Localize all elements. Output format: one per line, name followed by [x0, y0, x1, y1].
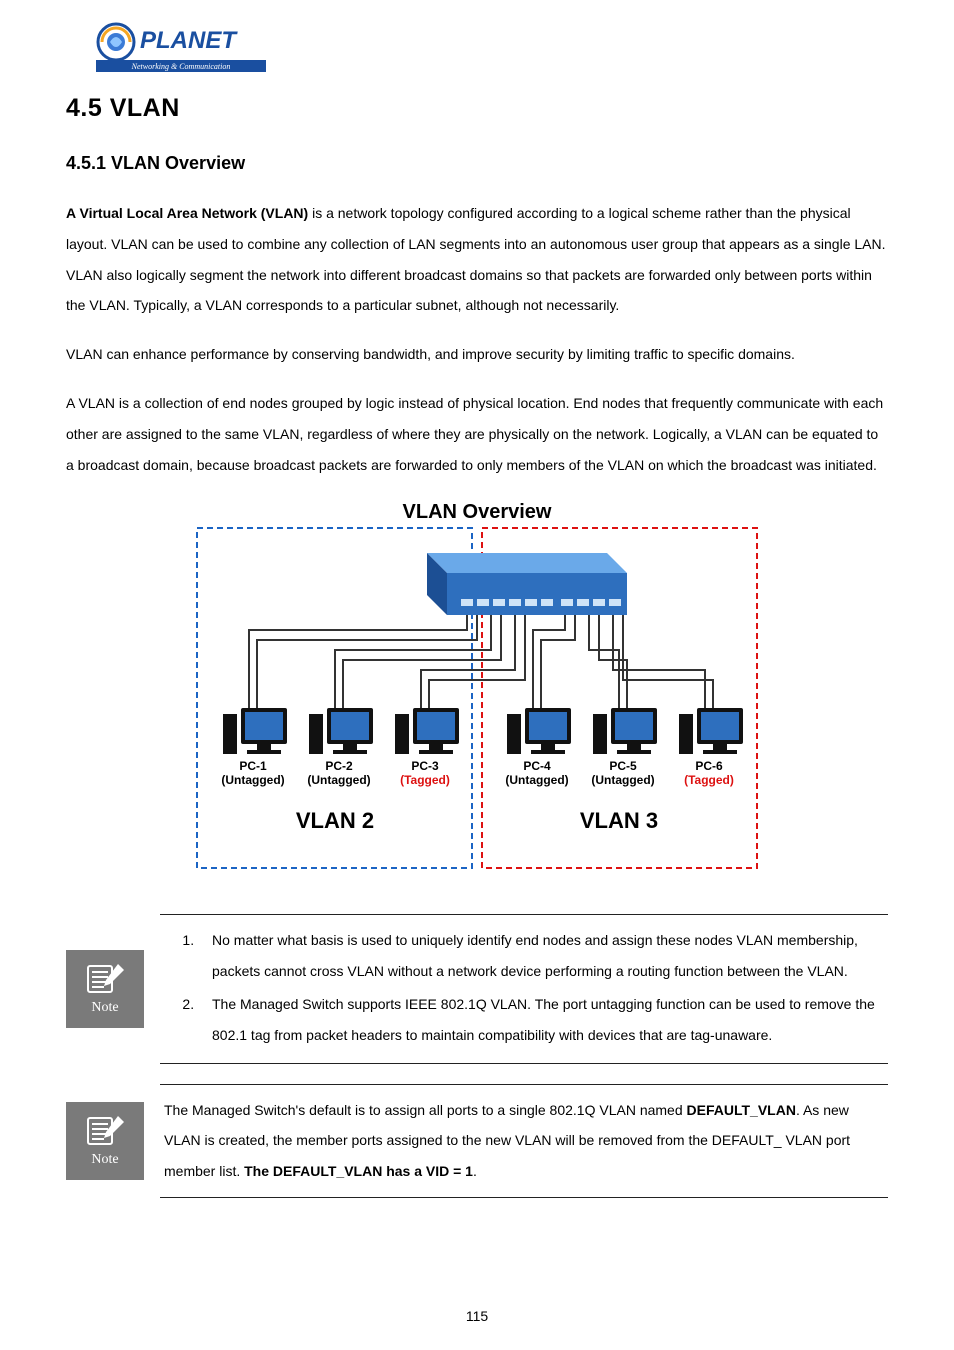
- brand-logo: PLANET Networking & Communication: [96, 18, 888, 74]
- pc-icon: PC-5 (Untagged): [591, 708, 657, 787]
- svg-text:(Untagged): (Untagged): [221, 773, 284, 787]
- paragraph-1-rest: is a network topology configured accordi…: [66, 205, 886, 313]
- diagram-title: VLAN Overview: [403, 501, 552, 523]
- svg-text:PC-1: PC-1: [239, 759, 267, 773]
- vlan3-label: VLAN 3: [580, 808, 658, 833]
- svg-text:PC-5: PC-5: [609, 759, 637, 773]
- vlan2-label: VLAN 2: [296, 808, 374, 833]
- note-2-content: The Managed Switch's default is to assig…: [160, 1084, 888, 1198]
- svg-text:PC-2: PC-2: [325, 759, 353, 773]
- note-icon: [84, 962, 126, 996]
- subsection-title: 4.5.1 VLAN Overview: [66, 153, 888, 174]
- page-number: 115: [0, 1308, 954, 1324]
- svg-text:PC-3: PC-3: [411, 759, 439, 773]
- paragraph-2: VLAN can enhance performance by conservi…: [66, 339, 888, 370]
- pc-icon: PC-2 (Untagged): [307, 708, 373, 787]
- note-badge: Note: [66, 950, 144, 1028]
- pc-icon: PC-4 (Untagged): [505, 708, 571, 787]
- svg-text:PC-6: PC-6: [695, 759, 723, 773]
- note-2-pre: The Managed Switch's default is to assig…: [164, 1102, 687, 1118]
- pc-icon: PC-6 (Tagged): [679, 708, 743, 787]
- switch-icon: [427, 553, 627, 615]
- note-badge-label: Note: [91, 1000, 118, 1016]
- svg-text:(Tagged): (Tagged): [400, 773, 450, 787]
- note-block-2: Note The Managed Switch's default is to …: [66, 1084, 888, 1198]
- svg-text:(Tagged): (Tagged): [684, 773, 734, 787]
- pc-icon: PC-1 (Untagged): [221, 708, 287, 787]
- svg-text:(Untagged): (Untagged): [591, 773, 654, 787]
- note-badge: Note: [66, 1102, 144, 1180]
- paragraph-3: A VLAN is a collection of end nodes grou…: [66, 388, 888, 480]
- brand-text: PLANET: [140, 27, 238, 54]
- note-2-bold2: The DEFAULT_VLAN has a VID = 1: [244, 1163, 473, 1179]
- note-2-post: .: [473, 1163, 477, 1179]
- paragraph-1-lead: A Virtual Local Area Network (VLAN): [66, 205, 308, 221]
- pc-icon: PC-3 (Tagged): [395, 708, 459, 787]
- note-1-item-2: The Managed Switch supports IEEE 802.1Q …: [198, 989, 884, 1051]
- section-title: 4.5 VLAN: [66, 94, 888, 123]
- note-2-bold1: DEFAULT_VLAN: [687, 1102, 796, 1118]
- note-1-item-1: No matter what basis is used to uniquely…: [198, 925, 884, 987]
- vlan-overview-diagram: VLAN Overview: [66, 498, 888, 878]
- paragraph-1: A Virtual Local Area Network (VLAN) is a…: [66, 198, 888, 321]
- note-block-1: Note No matter what basis is used to uni…: [66, 914, 888, 1063]
- svg-text:PC-4: PC-4: [523, 759, 551, 773]
- note-icon: [84, 1114, 126, 1148]
- svg-text:(Untagged): (Untagged): [307, 773, 370, 787]
- svg-text:(Untagged): (Untagged): [505, 773, 568, 787]
- note-badge-label: Note: [91, 1152, 118, 1168]
- note-1-content: No matter what basis is used to uniquely…: [160, 914, 888, 1063]
- brand-tagline: Networking & Communication: [131, 62, 231, 71]
